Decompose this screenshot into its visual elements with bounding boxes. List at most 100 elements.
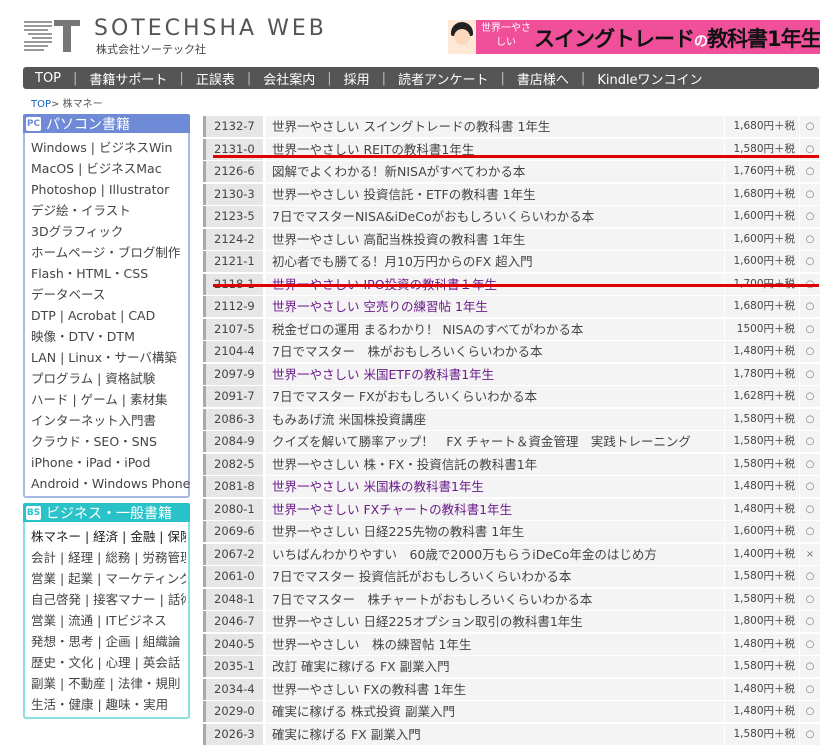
nav-top[interactable]: TOP bbox=[23, 71, 73, 86]
sidebar-item[interactable]: LAN | Linux・サーバ構築 bbox=[31, 347, 182, 368]
sidebar-item[interactable]: DTP | Acrobat | CAD bbox=[31, 305, 182, 326]
stock-status: ○ bbox=[800, 701, 820, 722]
breadcrumb: TOP> 株マネー bbox=[31, 95, 103, 110]
book-title-link[interactable]: 世界一やさしい 株の練習帖 1年生 bbox=[266, 634, 724, 655]
sotechsha-logo-icon[interactable] bbox=[22, 18, 82, 54]
book-price: 1,800円＋税 bbox=[725, 611, 799, 632]
nav-book-support[interactable]: 書籍サポート bbox=[77, 69, 179, 88]
sidebar-pc-list: Windows | ビジネスWin MacOS | ビジネスMac Photos… bbox=[23, 133, 190, 498]
book-title-link[interactable]: 世界一やさしい 米国ETFの教科書1年生 bbox=[266, 364, 724, 385]
book-title-link[interactable]: 世界一やさしい 日経225先物の教科書 1年生 bbox=[266, 521, 724, 542]
promo-banner[interactable]: 世界一やさしい スイングトレードの教科書1年生 bbox=[448, 20, 820, 54]
sidebar-item[interactable]: 自己啓発 | 接客マナー | 話術 bbox=[31, 589, 186, 610]
sidebar-item[interactable]: ハード | ゲーム | 素材集 bbox=[31, 389, 182, 410]
book-row: 2097-9世界一やさしい 米国ETFの教科書1年生1,780円＋税○ bbox=[203, 364, 820, 387]
sidebar-item[interactable]: Android・Windows Phone bbox=[31, 473, 182, 494]
sidebar-item[interactable]: Photoshop | Illustrator bbox=[31, 179, 182, 200]
book-title-link[interactable]: 7日でマスターNISA&iDeCoがおもしろいくらいわかる本 bbox=[266, 206, 724, 227]
sidebar-item[interactable]: ホームページ・ブログ制作 bbox=[31, 242, 182, 263]
nav-survey[interactable]: 読者アンケート bbox=[386, 69, 500, 88]
sidebar-item[interactable]: プログラム | 資格試験 bbox=[31, 368, 182, 389]
book-title-link[interactable]: 世界一やさしい 空売りの練習帖 1年生 bbox=[266, 296, 724, 317]
sidebar-item[interactable]: データベース bbox=[31, 284, 182, 305]
book-code: 2029-0 bbox=[203, 701, 263, 722]
sidebar-item[interactable]: 副業 | 不動産 | 法律・規則 bbox=[31, 673, 186, 694]
book-title-link[interactable]: 世界一やさしい 高配当株投資の教科書 1年生 bbox=[266, 229, 724, 250]
book-code: 2126-6 bbox=[203, 161, 263, 182]
sidebar-biz-header[interactable]: BS ビジネス・一般書籍 bbox=[23, 503, 190, 522]
book-price: 1,480円＋税 bbox=[725, 499, 799, 520]
sidebar-item[interactable]: 株マネー | 経済 | 金融 | 保険 bbox=[31, 526, 186, 547]
book-title-link[interactable]: クイズを解いて勝率アップ！ FX チャート＆資金管理 実践トレーニング bbox=[266, 431, 724, 452]
book-price: 1,780円＋税 bbox=[725, 364, 799, 385]
sidebar-pc-header[interactable]: PC パソコン書籍 bbox=[23, 114, 190, 133]
nav-errata[interactable]: 正誤表 bbox=[184, 69, 247, 88]
book-price: 1,400円＋税 bbox=[725, 544, 799, 565]
book-price: 1500円＋税 bbox=[725, 319, 799, 340]
stock-status: ○ bbox=[800, 476, 820, 497]
book-title-link[interactable]: 7日でマスター 株がおもしろいくらいわかる本 bbox=[266, 341, 724, 362]
sidebar-biz-list: 株マネー | 経済 | 金融 | 保険 会計 | 経理 | 総務 | 労務管理 … bbox=[23, 522, 190, 719]
book-row: 2029-0確実に稼げる 株式投資 副業入門1,480円＋税○ bbox=[203, 701, 820, 724]
book-title-link[interactable]: 確実に稼げる FX 副業入門 bbox=[266, 724, 724, 745]
book-code: 2069-6 bbox=[203, 521, 263, 542]
stock-status: ○ bbox=[800, 634, 820, 655]
book-title-link[interactable]: 世界一やさしい 日経225オプション取引の教科書1年生 bbox=[266, 611, 724, 632]
book-title-link[interactable]: 世界一やさしい 投資信託・ETFの教科書 1年生 bbox=[266, 184, 724, 205]
nav-bookstores[interactable]: 書店様へ bbox=[505, 69, 581, 88]
sidebar-item[interactable]: 発想・思考 | 企画 | 組織論 bbox=[31, 631, 186, 652]
book-title-link[interactable]: もみあげ流 米国株投資講座 bbox=[266, 409, 724, 430]
book-row: 2091-77日でマスター FXがおもしろいくらいわかる本1,628円＋税○ bbox=[203, 386, 820, 409]
book-title-link[interactable]: 7日でマスター FXがおもしろいくらいわかる本 bbox=[266, 386, 724, 407]
book-title-link[interactable]: いちばんわかりやすい 60歳で2000万もらうiDeCo年金のはじめ方 bbox=[266, 544, 724, 565]
sidebar-item[interactable]: インターネット入門書 bbox=[31, 410, 182, 431]
book-title-link[interactable]: 世界一やさしい FXの教科書 1年生 bbox=[266, 679, 724, 700]
book-title-link[interactable]: 世界一やさしい 米国株の教科書1年生 bbox=[266, 476, 724, 497]
book-title-link[interactable]: 初心者でも勝てる！月10万円からのFX 超入門 bbox=[266, 251, 724, 272]
sidebar-item[interactable]: 会計 | 経理 | 総務 | 労務管理 bbox=[31, 547, 186, 568]
sidebar-item[interactable]: iPhone・iPad・iPod bbox=[31, 452, 182, 473]
book-code: 2123-5 bbox=[203, 206, 263, 227]
sidebar-item[interactable]: 映像・DTV・DTM bbox=[31, 326, 182, 347]
stock-status: ○ bbox=[800, 724, 820, 745]
book-title-link[interactable]: 税金ゼロの運用 まるわかり！ NISAのすべてがわかる本 bbox=[266, 319, 724, 340]
nav-company[interactable]: 会社案内 bbox=[251, 69, 327, 88]
sidebar-item[interactable]: 生活・健康 | 趣味・実用 bbox=[31, 694, 186, 715]
book-code: 2081-8 bbox=[203, 476, 263, 497]
book-title-link[interactable]: 7日でマスター 投資信託がおもしろいくらいわかる本 bbox=[266, 566, 724, 587]
book-title-link[interactable]: 改訂 確実に稼げる FX 副業入門 bbox=[266, 656, 724, 677]
book-row: 2086-3もみあげ流 米国株投資講座1,580円＋税○ bbox=[203, 409, 820, 432]
book-title-link[interactable]: 7日でマスター 株チャートがおもしろいくらいわかる本 bbox=[266, 589, 724, 610]
site-title[interactable]: SOTECHSHA WEB bbox=[94, 16, 327, 41]
book-row: 2035-1改訂 確実に稼げる FX 副業入門1,580円＋税○ bbox=[203, 656, 820, 679]
book-row: 2067-2いちばんわかりやすい 60歳で2000万もらうiDeCo年金のはじめ… bbox=[203, 544, 820, 567]
book-code: 2061-0 bbox=[203, 566, 263, 587]
nav-recruit[interactable]: 採用 bbox=[332, 69, 382, 88]
stock-status: ○ bbox=[800, 161, 820, 182]
sidebar-item[interactable]: 歴史・文化 | 心理 | 英会話 bbox=[31, 652, 186, 673]
book-code: 2084-9 bbox=[203, 431, 263, 452]
sidebar-item[interactable]: 営業 | 起業 | マーケティング bbox=[31, 568, 186, 589]
nav-kindle[interactable]: Kindleワンコイン bbox=[585, 69, 714, 88]
sidebar-item[interactable]: デジ絵・イラスト bbox=[31, 200, 182, 221]
book-title-link[interactable]: 図解でよくわかる！新NISAがすべてわかる本 bbox=[266, 161, 724, 182]
book-title-link[interactable]: 世界一やさしい スイングトレードの教科書 1年生 bbox=[266, 116, 724, 137]
sidebar-biz-title: ビジネス・一般書籍 bbox=[46, 503, 172, 523]
book-code: 2082-5 bbox=[203, 454, 263, 475]
book-title-link[interactable]: 世界一やさしい 株・FX・投資信託の教科書1年 bbox=[266, 454, 724, 475]
main-nav: TOP | 書籍サポート | 正誤表 | 会社案内 | 採用 | 読者アンケート… bbox=[23, 67, 819, 89]
book-row: 2123-57日でマスターNISA&iDeCoがおもしろいくらいわかる本1,60… bbox=[203, 206, 820, 229]
book-price: 1,580円＋税 bbox=[725, 431, 799, 452]
book-title-link[interactable]: 世界一やさしい FXチャートの教科書1年生 bbox=[266, 499, 724, 520]
stock-status: ○ bbox=[800, 251, 820, 272]
sidebar-item[interactable]: Windows | ビジネスWin bbox=[31, 137, 182, 158]
sidebar-item[interactable]: 営業 | 流通 | ITビジネス bbox=[31, 610, 186, 631]
sidebar-item[interactable]: 3Dグラフィック bbox=[31, 221, 182, 242]
breadcrumb-home[interactable]: TOP bbox=[31, 99, 51, 110]
sidebar-item[interactable]: Flash・HTML・CSS bbox=[31, 263, 182, 284]
sidebar-item[interactable]: クラウド・SEO・SNS bbox=[31, 431, 182, 452]
stock-status: ○ bbox=[800, 679, 820, 700]
book-title-link[interactable]: 確実に稼げる 株式投資 副業入門 bbox=[266, 701, 724, 722]
book-row: 2082-5世界一やさしい 株・FX・投資信託の教科書1年1,580円＋税○ bbox=[203, 454, 820, 477]
sidebar-item[interactable]: MacOS | ビジネスMac bbox=[31, 158, 182, 179]
